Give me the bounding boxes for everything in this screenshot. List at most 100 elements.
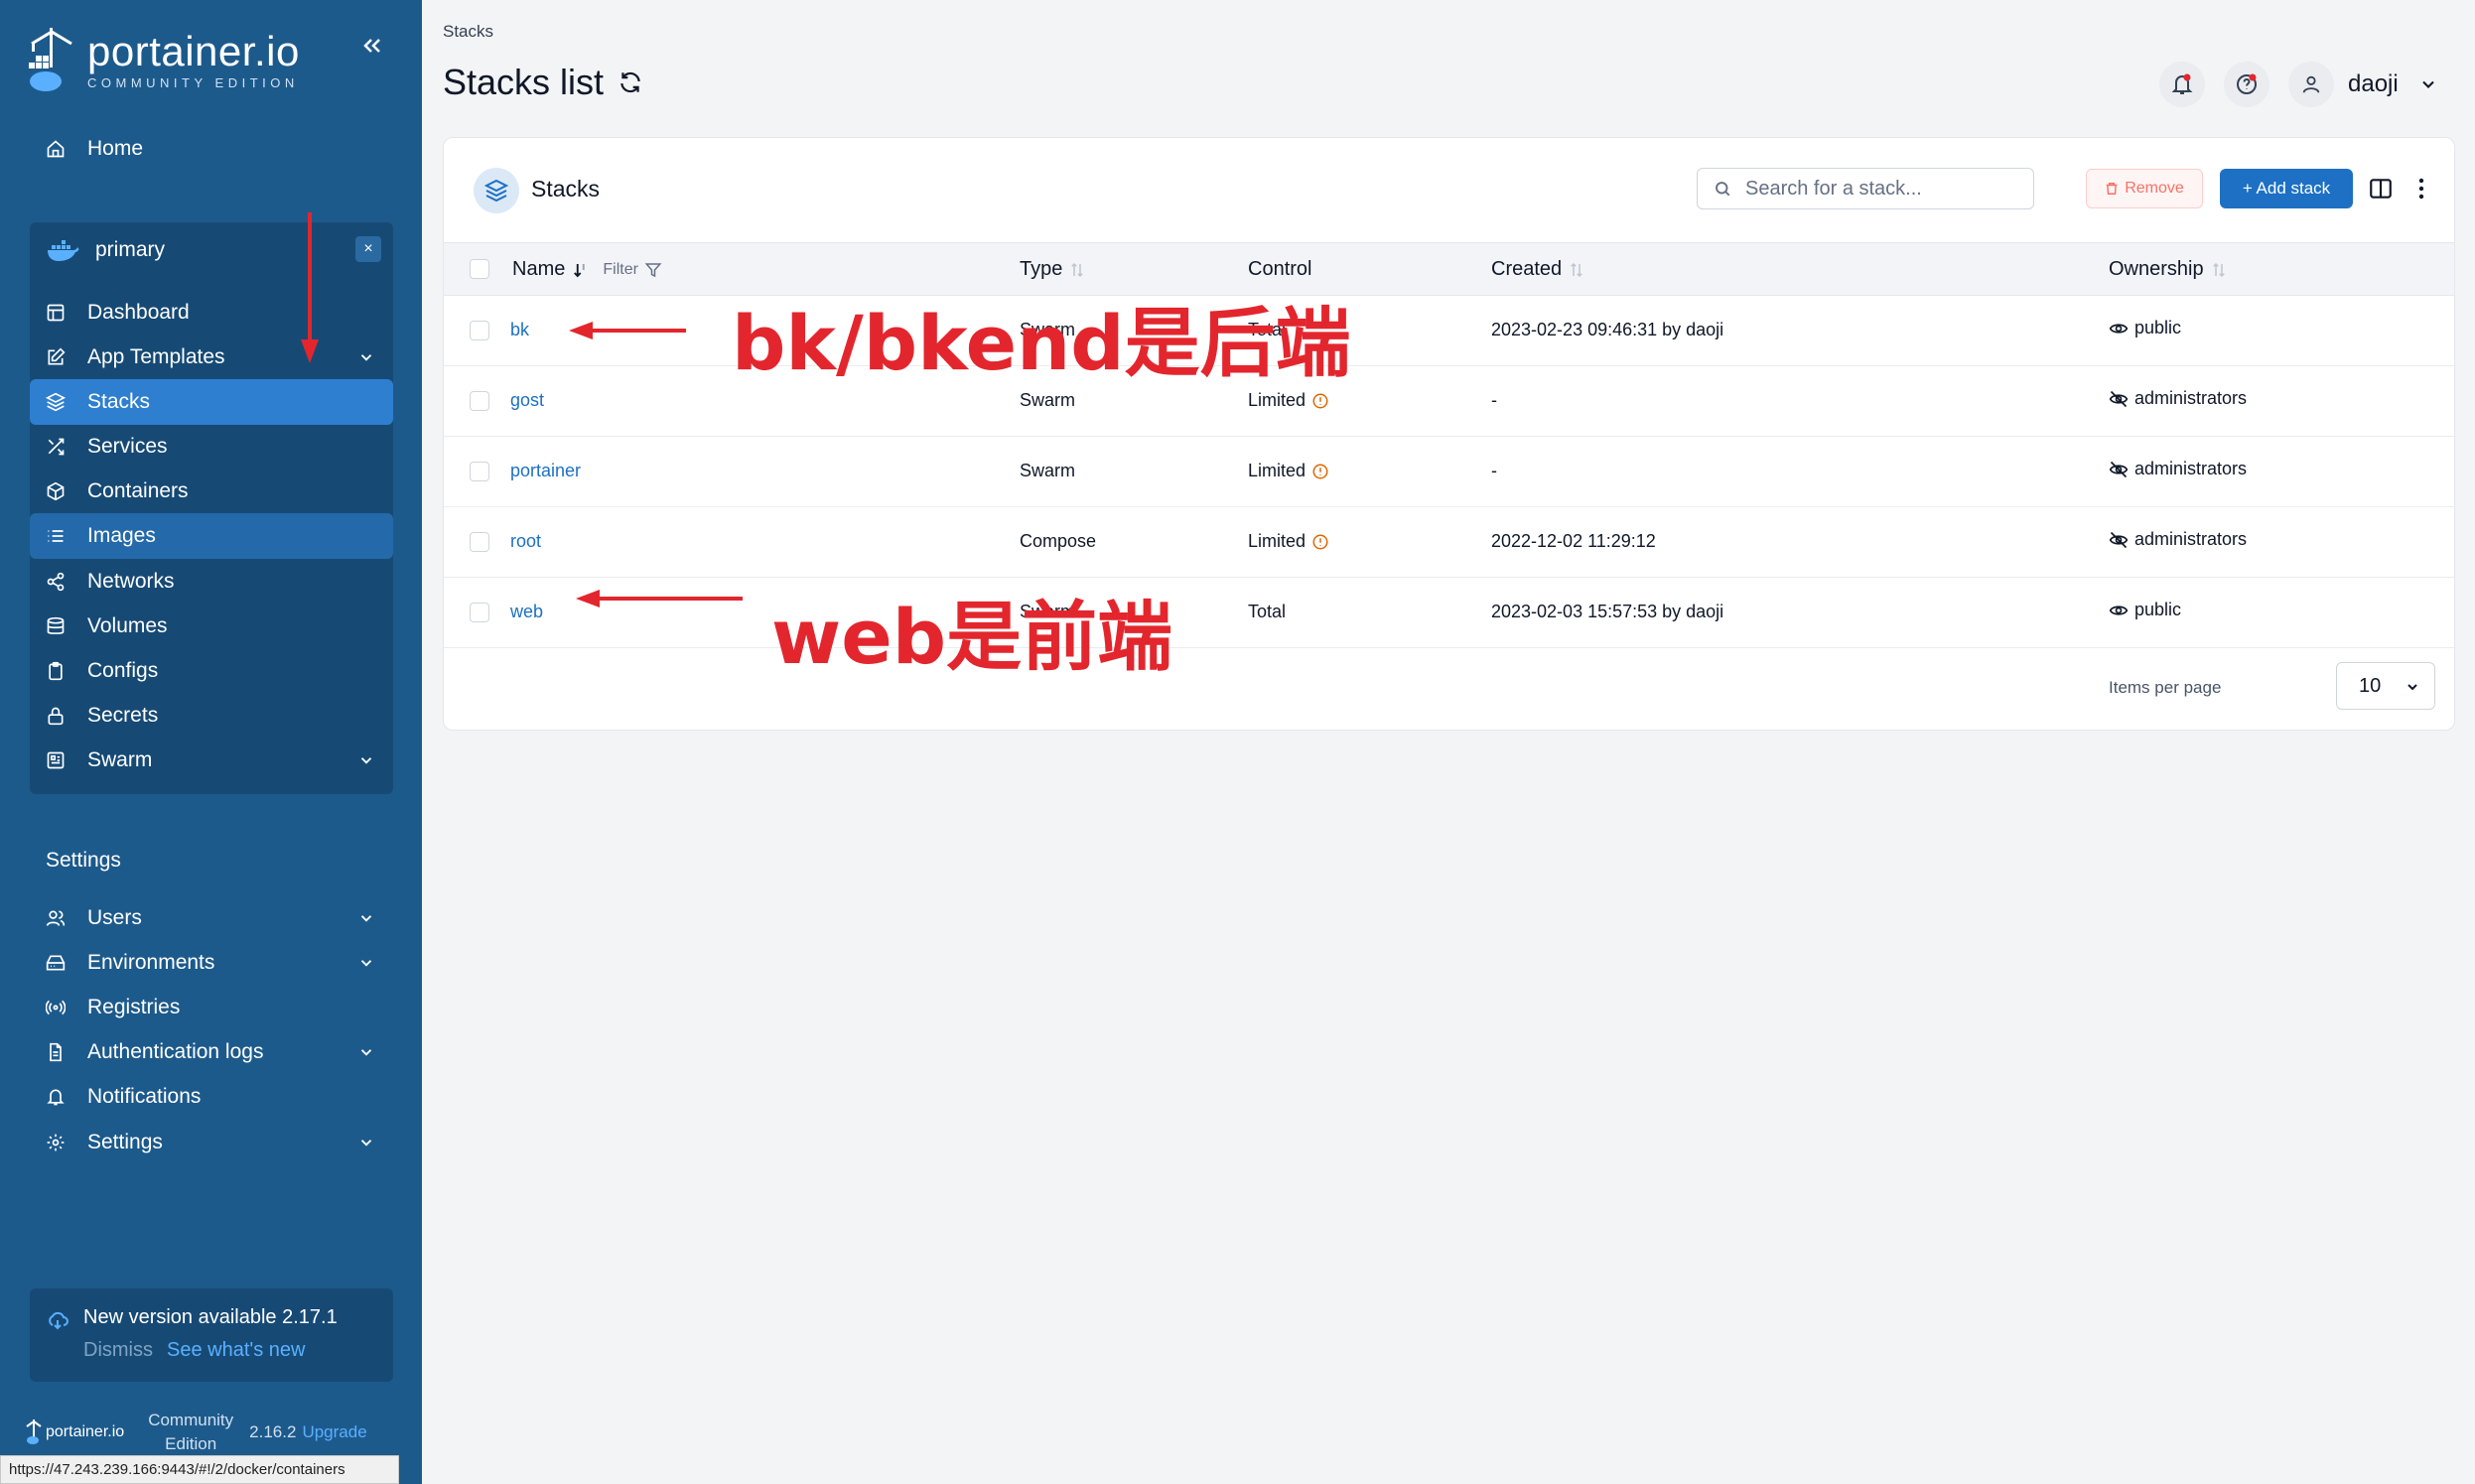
logo-name: portainer.io <box>87 28 300 74</box>
chevron-down-icon <box>360 960 372 967</box>
card-header: Stacks Remove + Add stack <box>444 138 2454 243</box>
row-checkbox[interactable] <box>470 532 489 552</box>
bell-icon <box>2171 73 2193 94</box>
help-button[interactable] <box>2224 62 2269 107</box>
search-input[interactable] <box>1745 177 2023 201</box>
sidebar-item-notifications[interactable]: Notifications <box>30 1074 393 1120</box>
portainer-small-logo-icon <box>26 1419 42 1444</box>
stack-ownership: administrators <box>2109 459 2247 479</box>
items-per-page-label: Items per page <box>2109 678 2222 697</box>
sidebar-item-containers[interactable]: Containers <box>30 469 393 514</box>
filter-icon <box>644 262 662 277</box>
footer-edition-line2: Edition <box>165 1434 217 1453</box>
sidebar-item-authentication-logs[interactable]: Authentication logs <box>30 1029 393 1075</box>
update-title: New version available 2.17.1 <box>83 1306 338 1328</box>
stack-ownership-label: public <box>2134 600 2182 619</box>
table-row: portainer Swarm Limited - administrators <box>444 437 2454 507</box>
trash-icon <box>2106 183 2118 195</box>
lock-icon <box>48 707 64 726</box>
hdd-icon <box>46 955 66 971</box>
column-created-label: Created <box>1491 258 1563 280</box>
add-stack-button[interactable]: + Add stack <box>2220 169 2353 208</box>
sidebar-item-settings[interactable]: Settings <box>30 1120 393 1165</box>
select-all-checkbox[interactable] <box>470 259 489 279</box>
sidebar-item-images[interactable]: Images <box>30 513 393 559</box>
sidebar-item-label: Containers <box>87 479 189 502</box>
more-options-button[interactable] <box>2408 176 2434 202</box>
refresh-icon[interactable] <box>618 69 643 95</box>
sidebar-item-stacks[interactable]: Stacks <box>30 379 393 425</box>
stack-name-link[interactable]: portainer <box>510 461 581 481</box>
portainer-logo[interactable]: portainer.io COMMUNITY EDITION <box>26 26 300 95</box>
sidebar-item-label: Users <box>87 906 142 929</box>
items-per-page-select[interactable]: 10 <box>2336 662 2435 710</box>
box-icon <box>47 481 65 501</box>
stack-name-link[interactable]: bk <box>510 320 529 340</box>
sidebar-item-dashboard[interactable]: Dashboard <box>30 290 393 336</box>
stack-control-label: Total <box>1248 602 1287 621</box>
stack-name-link[interactable]: gost <box>510 390 544 411</box>
stack-type: Swarm <box>1020 390 1076 410</box>
sort-icon <box>1071 262 1084 277</box>
column-control-label: Control <box>1248 258 1312 280</box>
sidebar-item-networks[interactable]: Networks <box>30 559 393 605</box>
stack-name-link[interactable]: web <box>510 602 543 622</box>
sidebar-item-label: Swarm <box>87 748 153 771</box>
row-checkbox[interactable] <box>470 603 489 622</box>
info-icon <box>1312 393 1328 408</box>
dashboard-icon <box>47 304 65 322</box>
footer-edition-line1: Community <box>148 1411 234 1429</box>
shuffle-icon <box>48 438 65 456</box>
sidebar-item-label: Settings <box>87 1131 163 1153</box>
logo-subtitle: COMMUNITY EDITION <box>87 75 299 90</box>
sidebar-item-label: Notifications <box>87 1085 202 1108</box>
column-created[interactable]: Created <box>1491 258 1585 281</box>
sidebar-item-registries[interactable]: Registries <box>30 985 393 1030</box>
sidebar-item-environments[interactable]: Environments <box>30 940 393 986</box>
row-checkbox[interactable] <box>470 391 489 411</box>
search-box[interactable] <box>1697 168 2034 209</box>
annotation-web: web是前端 <box>771 593 1173 681</box>
breadcrumb[interactable]: Stacks <box>443 22 493 42</box>
sidebar-item-label: Networks <box>87 570 175 593</box>
eye-icon <box>2109 323 2129 334</box>
footer-brand: portainer.io <box>46 1423 125 1440</box>
column-name[interactable]: Name Filter <box>512 258 662 281</box>
filter-button[interactable]: Filter <box>603 261 662 279</box>
sidebar-item-configs[interactable]: Configs <box>30 648 393 694</box>
upgrade-link[interactable]: Upgrade <box>302 1422 366 1442</box>
sidebar-item-swarm[interactable]: Swarm <box>30 738 393 783</box>
page-title: Stacks list <box>443 62 643 103</box>
column-ownership[interactable]: Ownership <box>2109 258 2228 281</box>
stack-ownership-label: public <box>2134 318 2182 337</box>
stack-name-link[interactable]: root <box>510 531 541 552</box>
stack-ownership: administrators <box>2109 529 2247 550</box>
sidebar-item-app-templates[interactable]: App Templates <box>30 335 393 380</box>
sidebar-item-label: Dashboard <box>87 301 190 324</box>
notifications-button[interactable] <box>2159 62 2205 107</box>
dismiss-link[interactable]: Dismiss <box>83 1339 153 1362</box>
remove-button[interactable]: Remove <box>2086 169 2203 208</box>
sidebar-item-secrets[interactable]: Secrets <box>30 693 393 739</box>
eye-off-icon <box>2109 531 2129 548</box>
sidebar-item-volumes[interactable]: Volumes <box>30 604 393 649</box>
sidebar-item-services[interactable]: Services <box>30 424 393 470</box>
sidebar-item-label: Volumes <box>87 614 168 637</box>
sidebar-item-users[interactable]: Users <box>30 895 393 941</box>
sidebar-item-home[interactable]: Home <box>30 126 393 172</box>
collapse-sidebar-button[interactable] <box>354 28 390 64</box>
whats-new-link[interactable]: See what's new <box>167 1339 305 1362</box>
user-menu[interactable]: daoji <box>2288 62 2438 107</box>
home-icon <box>47 140 65 158</box>
column-type[interactable]: Type <box>1020 258 1086 281</box>
row-checkbox[interactable] <box>470 462 489 481</box>
environment-close-button[interactable]: × <box>355 236 381 262</box>
update-notice: New version available 2.17.1 Dismiss See… <box>30 1288 393 1382</box>
share-icon <box>47 572 65 592</box>
stack-control: Limited <box>1248 461 1329 481</box>
columns-icon[interactable] <box>2368 176 2394 202</box>
stack-control-label: Limited <box>1248 531 1306 551</box>
bell-icon <box>47 1089 65 1106</box>
row-checkbox[interactable] <box>470 321 489 340</box>
stack-control-label: Limited <box>1248 390 1306 410</box>
